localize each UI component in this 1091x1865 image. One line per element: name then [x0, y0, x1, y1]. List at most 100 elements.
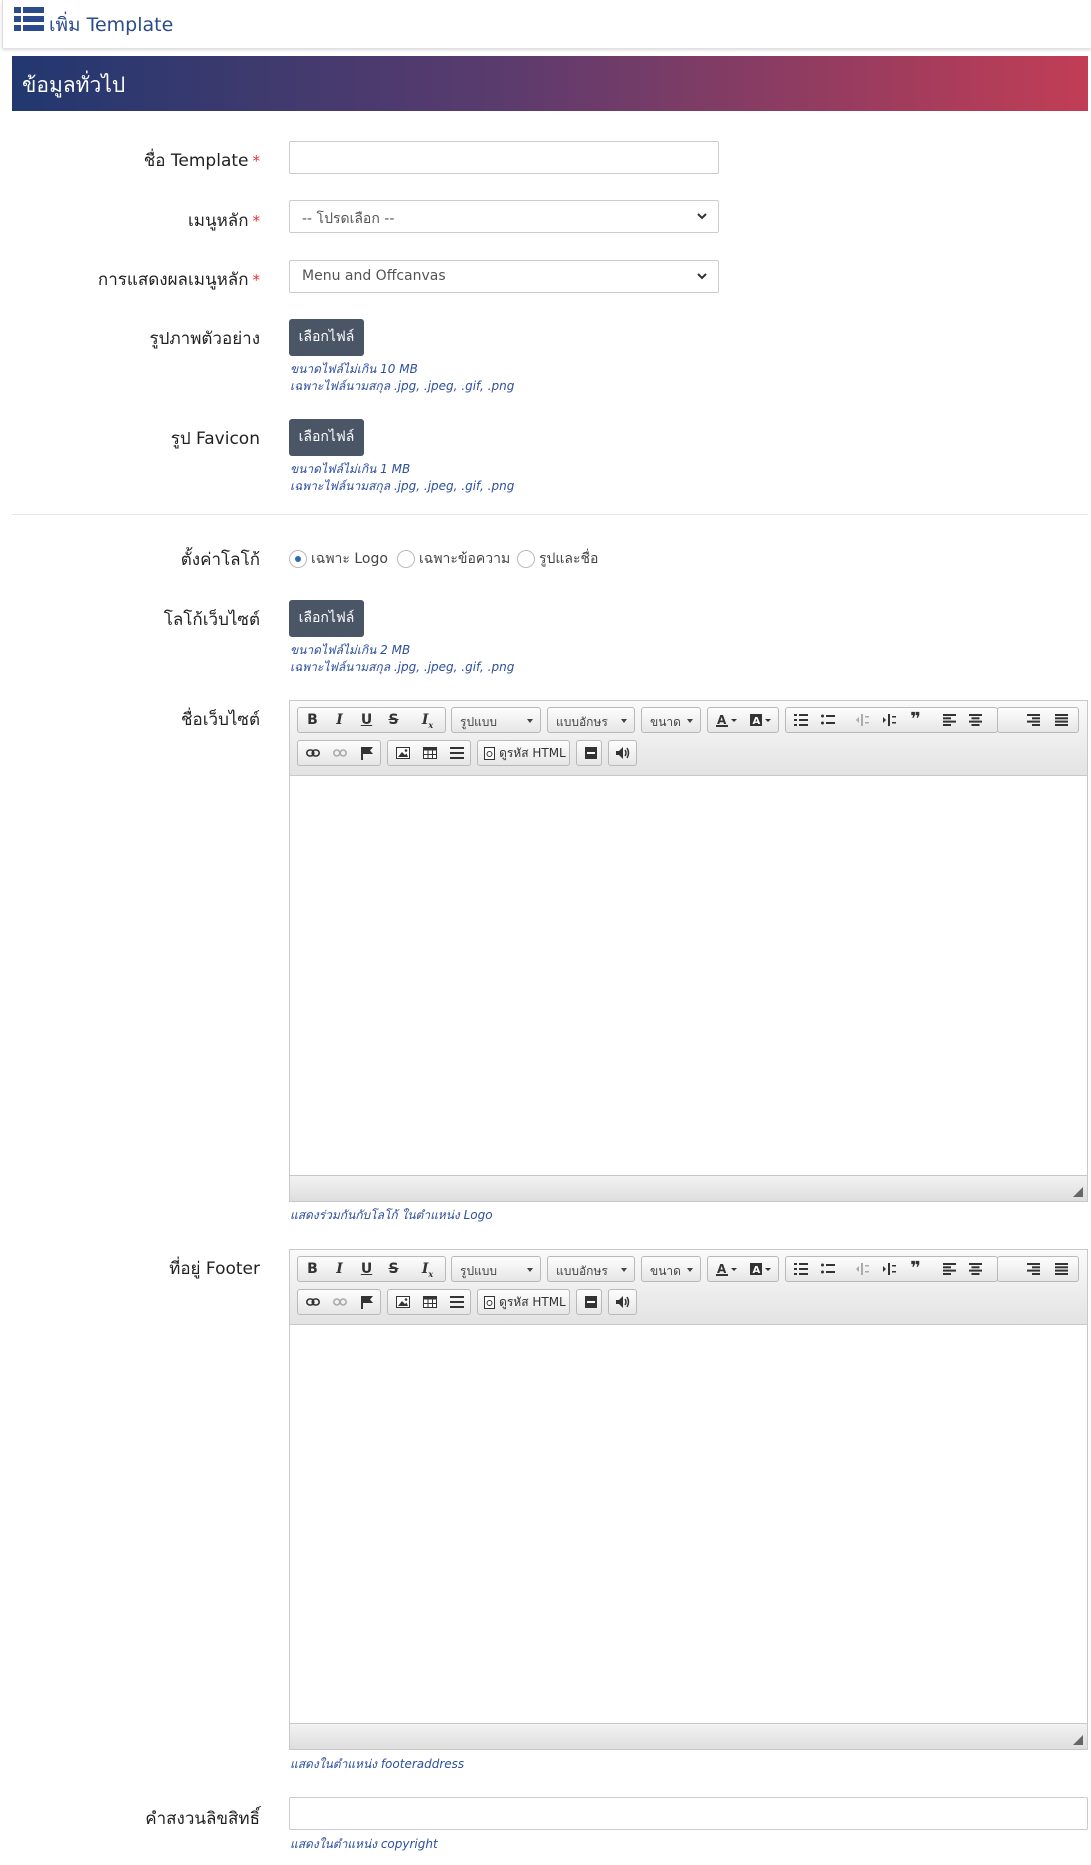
text-color-icon: A: [716, 713, 737, 727]
anchor-button[interactable]: [353, 1290, 380, 1314]
text-color-button[interactable]: A: [710, 1257, 744, 1281]
bullet-list-button[interactable]: [814, 708, 841, 732]
resize-handle-icon[interactable]: [1073, 1187, 1083, 1197]
logo-setting-label: ตั้งค่าโลโก้: [180, 550, 260, 570]
toolbar-group-insert: [387, 740, 471, 766]
dropdown-arrow-icon: [687, 719, 693, 723]
align-right-button[interactable]: [1020, 708, 1047, 732]
remove-format-button[interactable]: Ix: [414, 708, 441, 732]
unlink-icon: [332, 1298, 347, 1306]
underline-button[interactable]: U: [353, 1257, 380, 1281]
unlink-button[interactable]: [326, 741, 353, 765]
speak-button[interactable]: [609, 1290, 636, 1314]
toolbar-group-maximize: [576, 1289, 602, 1315]
radio-label: เฉพาะ Logo: [311, 551, 388, 567]
editor-statusbar: [290, 1723, 1087, 1749]
copyright-label: คำสงวนลิขสิทธิ์: [145, 1809, 260, 1829]
italic-button[interactable]: I: [326, 708, 353, 732]
align-center-button[interactable]: [962, 1257, 989, 1281]
editor-toolbar: B I U S Ix รูปแบบ แบบอักษร ขนาด A A ❞ ดู…: [290, 1250, 1087, 1325]
list-icon: [14, 7, 44, 31]
italic-button[interactable]: I: [326, 1257, 353, 1281]
image-button[interactable]: [389, 1290, 416, 1314]
editor-toolbar: B I U S Ix รูปแบบ แบบอักษร ขนาด A A ❞ ดู…: [290, 701, 1087, 776]
unlink-button[interactable]: [326, 1290, 353, 1314]
text-color-button[interactable]: A: [710, 708, 744, 732]
maximize-button[interactable]: [577, 1290, 604, 1314]
resize-handle-icon[interactable]: [1073, 1735, 1083, 1745]
maximize-icon: [584, 1296, 597, 1308]
svg-text:A: A: [753, 1265, 761, 1276]
speak-button[interactable]: [609, 741, 636, 765]
editor-content-area[interactable]: [290, 776, 1087, 1175]
view-source-button[interactable]: ดูรหัส HTML: [482, 741, 568, 765]
website-logo-file-button[interactable]: เลือกไฟล์: [289, 600, 364, 637]
align-center-icon: [969, 714, 982, 726]
radio-logo-only[interactable]: เฉพาะ Logo: [289, 548, 388, 570]
blockquote-button[interactable]: ❞: [902, 1257, 929, 1281]
horizontal-rule-icon: [449, 747, 464, 759]
bg-color-button[interactable]: A: [744, 1257, 778, 1281]
numbered-list-icon: [793, 714, 808, 726]
view-source-button[interactable]: ดูรหัส HTML: [482, 1290, 568, 1314]
image-button[interactable]: [389, 741, 416, 765]
format-combo[interactable]: รูปแบบ: [451, 707, 541, 733]
outdent-button[interactable]: [848, 1257, 875, 1281]
link-button[interactable]: [299, 741, 326, 765]
main-menu-display-selected: Menu and Offcanvas: [302, 268, 446, 284]
size-combo[interactable]: ขนาด: [641, 1256, 701, 1282]
table-button[interactable]: [416, 741, 443, 765]
numbered-list-button[interactable]: [787, 1257, 814, 1281]
maximize-button[interactable]: [577, 741, 604, 765]
toolbar-group-links: [297, 740, 381, 766]
align-left-button[interactable]: [936, 708, 963, 732]
align-center-button[interactable]: [962, 708, 989, 732]
size-combo[interactable]: ขนาด: [641, 707, 701, 733]
table-button[interactable]: [416, 1290, 443, 1314]
preview-image-file-button[interactable]: เลือกไฟล์: [289, 319, 364, 356]
toolbar-group-colors: A A: [707, 707, 779, 733]
main-menu-display-select[interactable]: Menu and Offcanvas: [289, 260, 719, 293]
radio-text-only[interactable]: เฉพาะข้อความ: [397, 548, 510, 570]
numbered-list-button[interactable]: [787, 708, 814, 732]
strike-button[interactable]: S: [380, 708, 407, 732]
blockquote-button[interactable]: ❞: [902, 708, 929, 732]
align-justify-button[interactable]: [1048, 708, 1075, 732]
anchor-button[interactable]: [353, 741, 380, 765]
toolbar-group-maximize: [576, 740, 602, 766]
copyright-input[interactable]: [289, 1797, 1088, 1830]
hint-types: เฉพาะไฟล์นามสกุล .jpg, .jpeg, .gif, .png: [290, 660, 515, 674]
outdent-button[interactable]: [848, 708, 875, 732]
format-combo[interactable]: รูปแบบ: [451, 1256, 541, 1282]
underline-button[interactable]: U: [353, 708, 380, 732]
horizontal-rule-button[interactable]: [443, 741, 470, 765]
hint-size: ขนาดไฟล์ไม่เกิน 1 MB: [290, 462, 411, 476]
bullet-list-button[interactable]: [814, 1257, 841, 1281]
indent-button[interactable]: [875, 708, 902, 732]
favicon-file-button[interactable]: เลือกไฟล์: [289, 419, 364, 456]
strike-button[interactable]: S: [380, 1257, 407, 1281]
editor-content-area[interactable]: [290, 1325, 1087, 1723]
main-menu-display-label: การแสดงผลเมนูหลัก *: [98, 266, 260, 293]
align-justify-button[interactable]: [1048, 1257, 1075, 1281]
radio-label: เฉพาะข้อความ: [419, 551, 511, 567]
hint-types: เฉพาะไฟล์นามสกุล .jpg, .jpeg, .gif, .png: [290, 379, 515, 393]
align-right-button[interactable]: [1020, 1257, 1047, 1281]
link-button[interactable]: [299, 1290, 326, 1314]
section-title: ข้อมูลทั่วไป: [22, 73, 126, 97]
font-combo[interactable]: แบบอักษร: [547, 707, 635, 733]
radio-circle: [517, 550, 535, 568]
align-right-icon: [1027, 714, 1040, 726]
bold-button[interactable]: B: [299, 708, 326, 732]
align-left-button[interactable]: [936, 1257, 963, 1281]
align-justify-icon: [1055, 1263, 1068, 1275]
font-combo[interactable]: แบบอักษร: [547, 1256, 635, 1282]
template-name-input[interactable]: [289, 141, 719, 174]
horizontal-rule-button[interactable]: [443, 1290, 470, 1314]
bold-button[interactable]: B: [299, 1257, 326, 1281]
bg-color-button[interactable]: A: [744, 708, 778, 732]
main-menu-select[interactable]: -- โปรดเลือก --: [289, 200, 719, 233]
indent-button[interactable]: [875, 1257, 902, 1281]
radio-image-and-name[interactable]: รูปและชื่อ: [517, 548, 598, 570]
remove-format-button[interactable]: Ix: [414, 1257, 441, 1281]
